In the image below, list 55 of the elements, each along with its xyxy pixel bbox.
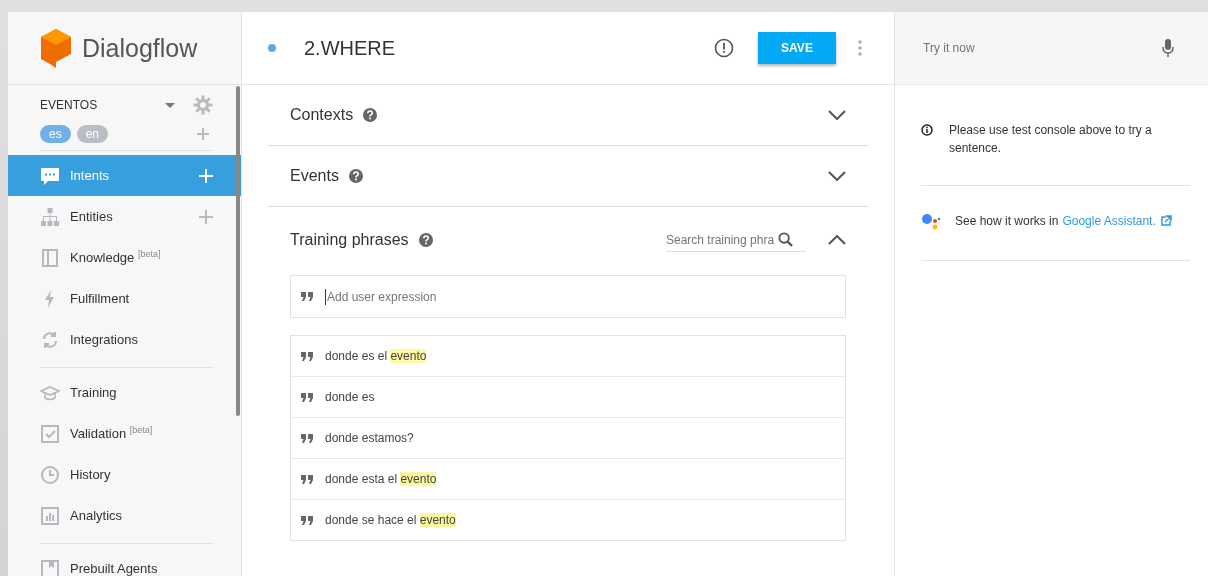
collapse-icon[interactable] xyxy=(828,235,846,245)
validation-icon xyxy=(40,423,60,444)
sidebar-item[interactable]: Fulfillment xyxy=(8,278,241,319)
expand-icon[interactable] xyxy=(828,110,846,120)
quote-icon xyxy=(301,351,313,361)
training-phrase[interactable]: donde es el evento xyxy=(325,349,427,363)
section-title: Events xyxy=(290,167,339,185)
sidebar-item[interactable]: Prebuilt Agents xyxy=(8,548,241,576)
sidebar-item[interactable]: History xyxy=(8,454,241,495)
sidebar-item[interactable]: Knowledge $^{[beta]}$ xyxy=(8,237,241,278)
entities-icon xyxy=(40,206,60,227)
knowledge-icon xyxy=(40,247,60,268)
prebuilt-icon xyxy=(40,558,60,576)
expand-icon[interactable] xyxy=(828,171,846,181)
intent-title: 2.WHERE xyxy=(304,36,396,60)
sidebar-item[interactable]: Integrations xyxy=(8,319,241,360)
sidebar-item[interactable]: Entities xyxy=(8,196,241,237)
integrations-icon xyxy=(40,329,60,350)
notice-text: Please use test console above to try a sentence. xyxy=(949,122,1153,157)
quote-icon xyxy=(301,433,313,443)
help-icon[interactable] xyxy=(418,233,433,247)
training-phrase[interactable]: donde se hace el evento xyxy=(325,513,456,527)
sidebar-item[interactable]: Validation $^{[beta]}$ xyxy=(8,413,241,454)
caret-icon[interactable] xyxy=(165,102,175,108)
microphone-icon[interactable] xyxy=(1162,39,1174,57)
agent-name: EVENTOS xyxy=(40,98,99,112)
assistant-text: See how it works in xyxy=(955,214,1059,228)
assistant-icon xyxy=(921,212,941,230)
history-icon xyxy=(40,464,60,485)
brand-name: Dialogflow xyxy=(82,33,198,63)
search-icon[interactable] xyxy=(778,232,793,247)
scrollbar[interactable] xyxy=(236,86,240,416)
section-title: Contexts xyxy=(290,106,354,124)
training-phrase[interactable]: donde es xyxy=(325,390,375,404)
quote-icon xyxy=(301,515,313,525)
training-phrase[interactable]: donde estamos? xyxy=(325,431,414,445)
search-field[interactable]: Search training phra xyxy=(666,228,806,252)
info-icon xyxy=(921,124,933,136)
expression-field[interactable]: Add user expression xyxy=(290,275,846,318)
sidebar-item[interactable]: Training xyxy=(8,372,241,413)
quote-icon xyxy=(301,292,313,301)
external-link-icon[interactable] xyxy=(1159,215,1172,227)
section-title: Training phrases xyxy=(290,231,409,249)
try-it-field[interactable]: Try it now xyxy=(921,40,1162,56)
status-dot xyxy=(268,44,276,52)
analytics-icon xyxy=(40,505,60,526)
warning-icon[interactable] xyxy=(714,38,734,58)
help-icon[interactable] xyxy=(348,169,363,183)
intents-icon xyxy=(40,165,60,186)
sidebar-item[interactable]: Analytics xyxy=(8,495,241,536)
quote-icon xyxy=(301,474,313,484)
quote-icon xyxy=(301,392,313,402)
help-icon[interactable] xyxy=(363,108,378,122)
training-phrase[interactable]: donde esta el evento xyxy=(325,472,437,486)
logo-icon xyxy=(40,28,72,68)
